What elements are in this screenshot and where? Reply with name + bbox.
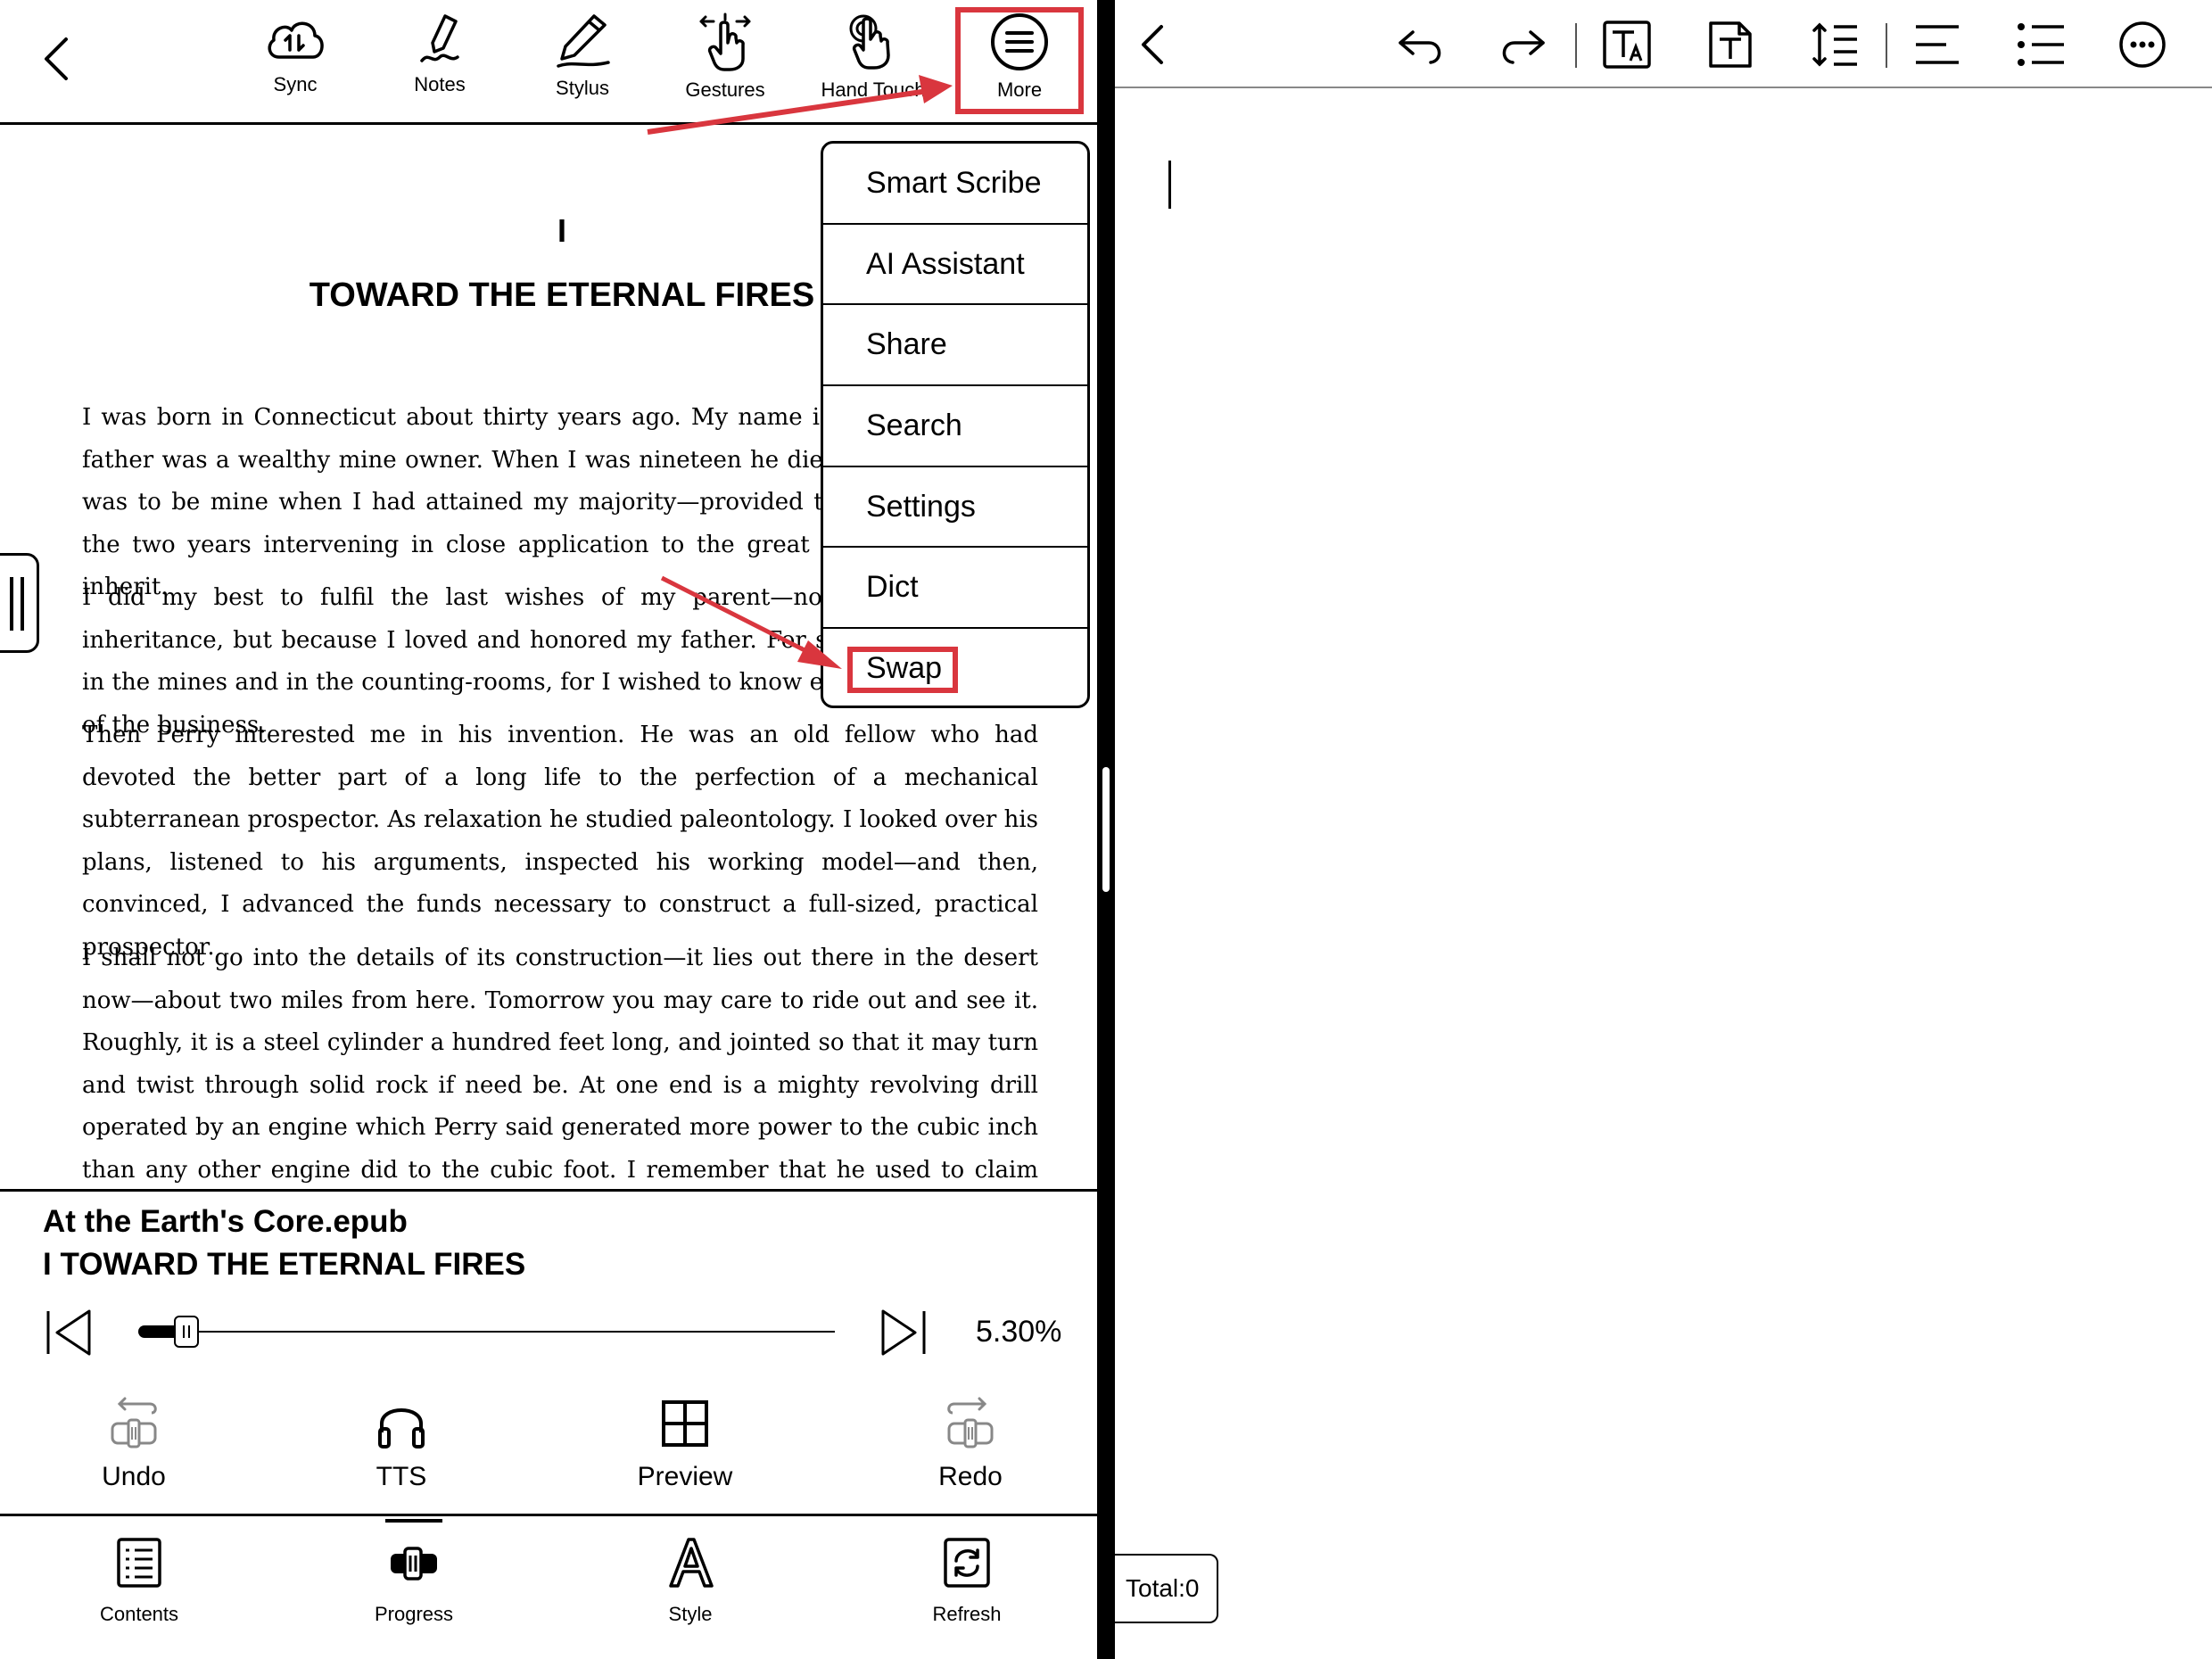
word-count-badge: Total:0 <box>1115 1554 1218 1623</box>
note-editor-pane: Total:0 <box>1115 0 2212 1659</box>
text-box-icon[interactable] <box>1707 20 1754 74</box>
editor-undo-icon[interactable] <box>1395 20 1449 74</box>
editor-back-icon[interactable] <box>1135 20 1170 74</box>
align-icon[interactable] <box>1912 20 1962 74</box>
editor-redo-icon[interactable] <box>1495 20 1548 74</box>
toolbar-separator <box>1575 23 1577 68</box>
editor-toolbar-divider <box>1115 87 2212 88</box>
split-resize-handle[interactable] <box>1102 767 1110 892</box>
line-spacing-icon[interactable] <box>1811 20 1861 74</box>
more-options-icon[interactable] <box>2117 20 2167 74</box>
annotation-arrows <box>647 75 953 669</box>
toolbar-separator <box>1886 23 1887 68</box>
text-cursor[interactable] <box>1168 161 1171 209</box>
bullet-list-icon[interactable] <box>2016 20 2066 74</box>
text-format-icon[interactable] <box>1602 20 1652 74</box>
reader-pane: Sync Notes Stylus Gestures Hand Touch Mo… <box>0 0 1097 1659</box>
